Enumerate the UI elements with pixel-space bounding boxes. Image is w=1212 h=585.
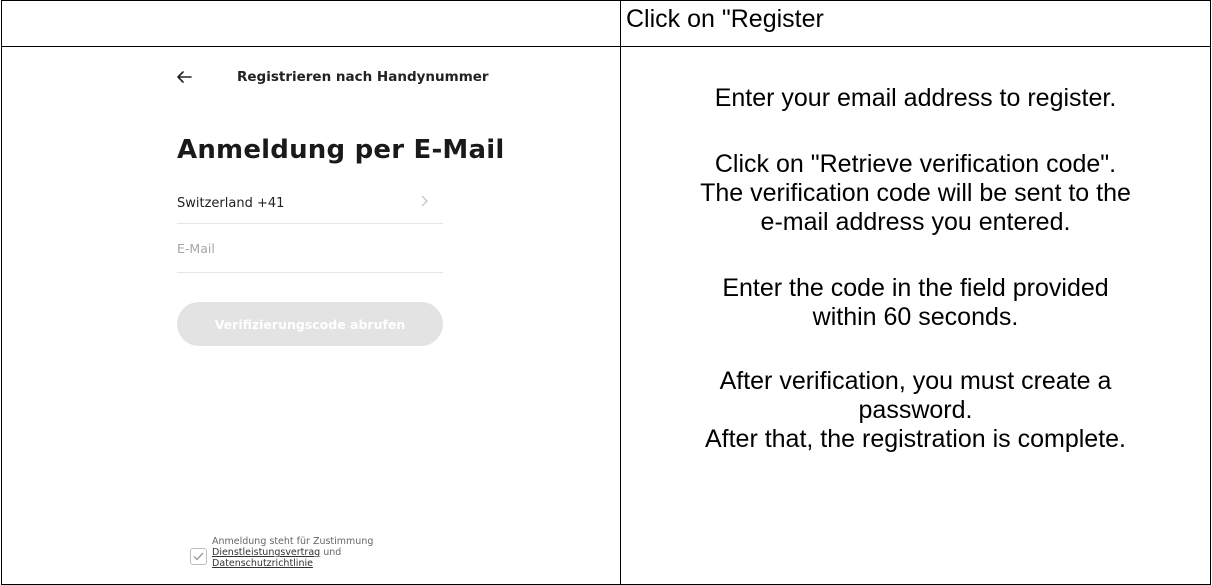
instructions-cell: Enter your email address to register. Cl… [620, 46, 1211, 585]
page-title: Anmeldung per E-Mail [177, 135, 505, 165]
header-right-cell: Click on "Register [620, 0, 1211, 47]
instructions-text: Enter your email address to register. Cl… [621, 47, 1210, 454]
instruction-line: After verification, you must create a [719, 367, 1112, 395]
consent-checkbox[interactable] [190, 548, 207, 565]
header-row: Click on "Register [1, 0, 1211, 47]
screenshot-edge [2, 47, 157, 53]
chevron-right-icon [421, 195, 428, 207]
checkmark-icon [193, 552, 204, 561]
nav-title[interactable]: Registrieren nach Handynummer [237, 69, 489, 85]
country-label: Switzerland +41 [177, 196, 285, 211]
consent-line: Anmeldung steht für Zustimmung [212, 536, 374, 547]
consent-and-text: und [320, 547, 342, 558]
country-selector[interactable]: Switzerland +41 [177, 183, 443, 224]
privacy-policy-link[interactable]: Datenschutzrichtlinie [212, 558, 313, 569]
phone-screenshot: Registrieren nach Handynummer Anmeldung … [2, 47, 620, 584]
instruction-line: e-mail address you entered. [760, 208, 1071, 236]
instruction-line: Enter your email address to register. [714, 84, 1117, 112]
instruction-line: password. [858, 396, 973, 424]
consent-text: Anmeldung steht für Zustimmung Dienstlei… [212, 536, 373, 569]
header-left-cell [1, 0, 621, 47]
instruction-line: Click on "Retrieve verification code". [714, 150, 1117, 178]
instruction-table: Click on "Register Registrieren nach Han… [1, 0, 1211, 585]
email-field-row [177, 233, 443, 273]
email-field[interactable] [177, 241, 437, 256]
instruction-line: After that, the registration is complete… [704, 425, 1127, 453]
screenshot-cell: Registrieren nach Handynummer Anmeldung … [1, 46, 621, 585]
main-row: Registrieren nach Handynummer Anmeldung … [1, 46, 1211, 585]
instruction-line: The verification code will be sent to th… [700, 179, 1131, 207]
service-agreement-link[interactable]: Dienstleistungsvertrag [212, 547, 320, 558]
retrieve-code-button[interactable]: Verifizierungscode abrufen [177, 302, 443, 346]
back-arrow-icon[interactable] [174, 67, 194, 87]
instruction-line: within 60 seconds. [812, 303, 1019, 331]
instruction-line: Enter the code in the field provided [722, 274, 1109, 302]
